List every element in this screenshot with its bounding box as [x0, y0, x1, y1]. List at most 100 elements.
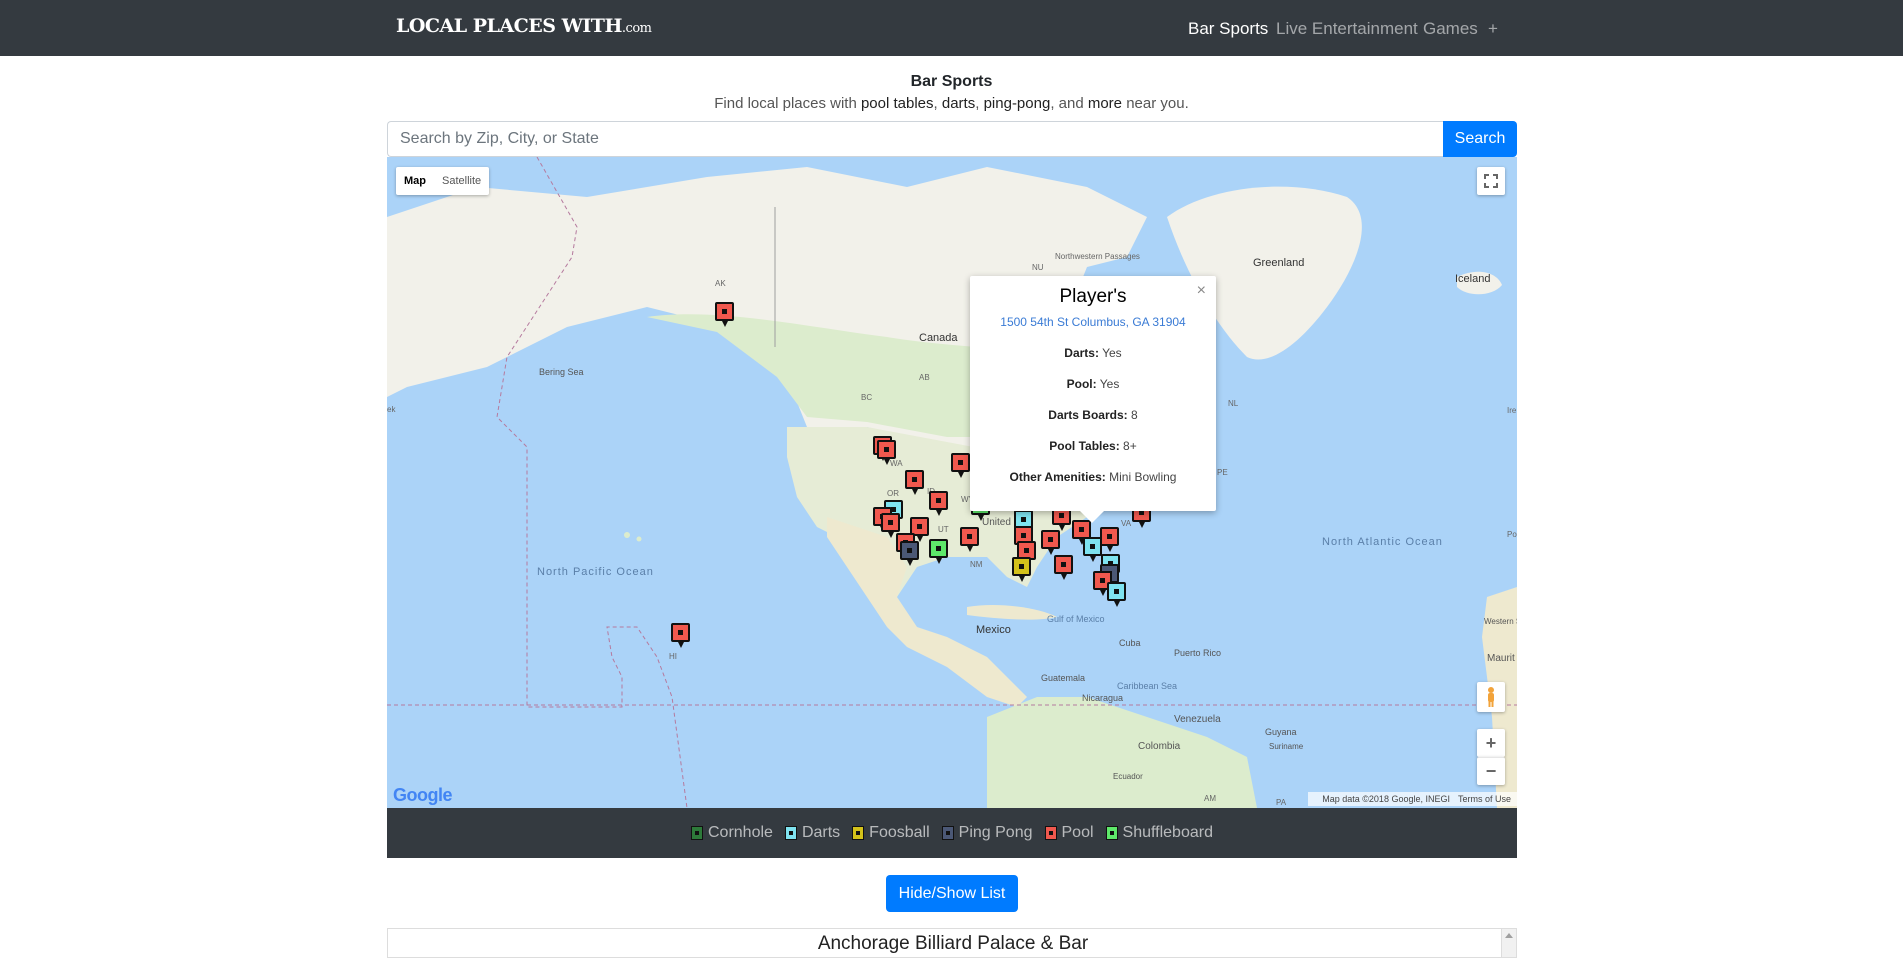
label-guyana: Guyana — [1265, 727, 1297, 737]
google-logo[interactable]: Google — [393, 785, 453, 806]
tagline-suffix: near you. — [1122, 95, 1189, 112]
info-label: Pool: — [1066, 377, 1097, 391]
legend-ping-pong[interactable]: Ping Pong — [941, 824, 1033, 842]
label-or: OR — [887, 489, 899, 498]
marker-ping-pong[interactable] — [900, 541, 919, 566]
legend-label: Cornhole — [708, 824, 773, 841]
label-nu: NU — [1032, 263, 1044, 272]
label-suriname: Suriname — [1269, 742, 1304, 751]
shuffleboard-marker-icon — [1105, 826, 1118, 840]
marker-pool[interactable] — [715, 302, 734, 327]
nav-more[interactable]: + — [1488, 19, 1498, 39]
close-icon[interactable]: × — [1197, 282, 1206, 300]
info-label: Darts Boards: — [1048, 408, 1128, 422]
legend-label: Pool — [1061, 824, 1094, 841]
info-value: Yes — [1102, 346, 1122, 360]
label-cuba: Cuba — [1119, 638, 1141, 648]
tag-darts: darts — [941, 95, 976, 112]
label-guatemala: Guatemala — [1041, 673, 1086, 683]
marker-pool[interactable] — [905, 470, 924, 495]
label-north-atlantic: North Atlantic Ocean — [1322, 536, 1443, 548]
label-mexico: Mexico — [976, 624, 1011, 636]
map[interactable]: Greenland Iceland Canada Northwestern Pa… — [387, 157, 1517, 808]
label-ecuador: Ecuador — [1113, 772, 1143, 781]
hide-show-list-button[interactable]: Hide/Show List — [886, 875, 1018, 912]
list-item-title[interactable]: Anchorage Billiard Palace & Bar — [388, 933, 1516, 955]
label-nm: NM — [970, 560, 983, 569]
nav-live-entertainment[interactable]: Live Entertainment — [1276, 19, 1418, 39]
fullscreen-button[interactable] — [1477, 167, 1505, 195]
legend-darts[interactable]: Darts — [784, 824, 841, 842]
ping-pong-marker-icon — [941, 826, 954, 840]
label-western-sahara: Western Sahara — [1484, 617, 1517, 626]
marker-pool[interactable] — [1100, 527, 1119, 552]
google-logo-text: Google — [393, 785, 453, 805]
map-type-satellite[interactable]: Satellite — [434, 167, 489, 195]
marker-pool[interactable] — [671, 623, 690, 648]
brand-name: LOCAL PLACES WITH — [396, 15, 622, 37]
label-venezuela: Venezuela — [1174, 714, 1221, 725]
tag-ping-pong: ping-pong — [983, 95, 1051, 112]
legend-label: Shuffleboard — [1122, 824, 1213, 841]
info-value: Mini Bowling — [1109, 470, 1177, 484]
legend-foosball[interactable]: Foosball — [852, 824, 930, 842]
map-data-credit: Map data ©2018 Google, INEGI — [1322, 794, 1450, 804]
nav-bar-sports[interactable]: Bar Sports — [1188, 19, 1268, 39]
venue-list: Anchorage Billiard Palace & Bar — [387, 928, 1517, 958]
tag-pool-tables: pool tables — [860, 95, 934, 112]
zoom-out-button[interactable]: − — [1477, 757, 1505, 785]
map-type-map[interactable]: Map — [396, 167, 434, 195]
map-type-control: Map Satellite — [396, 167, 490, 195]
foosball-marker-icon — [852, 826, 865, 840]
terms-link[interactable]: Terms of Use — [1458, 794, 1511, 804]
legend-label: Darts — [801, 824, 841, 841]
legend-cornhole[interactable]: Cornhole — [691, 824, 773, 842]
marker-pool[interactable] — [960, 527, 979, 552]
info-row-darts: Darts: Yes — [970, 346, 1216, 360]
brand-tld: .com — [621, 21, 652, 36]
marker-pool[interactable] — [877, 440, 896, 465]
tagline-sep: , — [933, 95, 942, 112]
pool-marker-icon — [1044, 826, 1057, 840]
label-ut: UT — [938, 525, 949, 534]
info-value: 8+ — [1123, 439, 1137, 453]
marker-pool[interactable] — [1041, 530, 1060, 555]
marker-foosball[interactable] — [1012, 557, 1031, 582]
search-input[interactable] — [387, 121, 1443, 157]
label-north-pacific: North Pacific Ocean — [537, 566, 654, 578]
info-row-pool-tables: Pool Tables: 8+ — [970, 439, 1216, 453]
info-window: × Player's 1500 54th St Columbus, GA 319… — [970, 276, 1216, 523]
marker-shuffleboard[interactable] — [929, 539, 948, 564]
search-button[interactable]: Search — [1443, 121, 1517, 157]
page-title: Bar Sports — [910, 73, 993, 90]
marker-pool[interactable] — [881, 513, 900, 538]
label-am: AM — [1204, 794, 1216, 803]
tagline-sep: , and — [1050, 95, 1088, 112]
label-ire: Ire — [1507, 406, 1517, 415]
label-pa: PA — [1276, 798, 1287, 807]
info-label: Other Amenities: — [1009, 470, 1106, 484]
venue-name: Player's — [1059, 286, 1127, 307]
navbar: LOCAL PLACES WITH.com Bar Sports Live En… — [0, 0, 1903, 56]
info-row-darts-boards: Darts Boards: 8 — [970, 408, 1216, 422]
legend-shuffleboard[interactable]: Shuffleboard — [1105, 824, 1213, 842]
label-po: Po — [1507, 530, 1517, 539]
label-ab: AB — [919, 373, 930, 382]
marker-pool[interactable] — [1054, 555, 1073, 580]
list-scrollbar[interactable] — [1501, 929, 1516, 957]
pegman-button[interactable] — [1477, 682, 1505, 712]
label-nl: NL — [1228, 399, 1239, 408]
label-iceland: Iceland — [1455, 273, 1491, 285]
info-value: Yes — [1099, 377, 1120, 391]
brand-logo[interactable]: LOCAL PLACES WITH.com — [396, 15, 652, 37]
legend-pool[interactable]: Pool — [1044, 824, 1094, 842]
marker-pool[interactable] — [929, 491, 948, 516]
label-gulf-of-mexico: Gulf of Mexico — [1047, 614, 1105, 624]
nav-games[interactable]: Games — [1423, 19, 1478, 39]
marker-pool[interactable] — [951, 453, 970, 478]
zoom-in-button[interactable]: + — [1477, 729, 1505, 757]
venue-address-link[interactable]: 1500 54th St Columbus, GA 31904 — [970, 315, 1216, 329]
marker-darts[interactable] — [1107, 582, 1126, 607]
label-greenland: Greenland — [1253, 257, 1305, 269]
tagline-sep: , — [975, 95, 984, 112]
